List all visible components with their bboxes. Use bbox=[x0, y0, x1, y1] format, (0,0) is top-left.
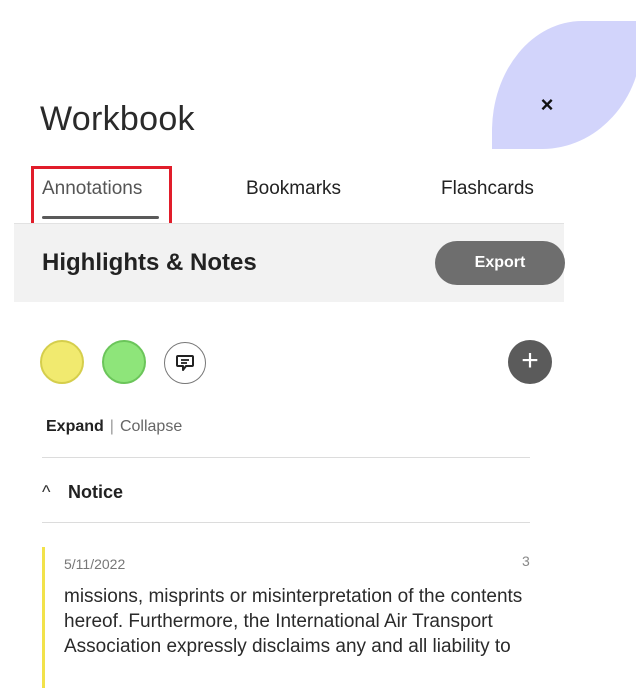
divider bbox=[42, 522, 530, 523]
yellow-highlight-filter[interactable] bbox=[40, 340, 84, 384]
section-title: Highlights & Notes bbox=[42, 249, 257, 276]
close-icon[interactable]: × bbox=[536, 94, 558, 116]
tab-bookmarks[interactable]: Bookmarks bbox=[246, 178, 341, 200]
expand-collapse-controls: Expand | Collapse bbox=[46, 418, 182, 436]
workbook-panel: Workbook × Annotations Bookmarks Flashca… bbox=[14, 0, 565, 688]
notes-filter-button[interactable] bbox=[164, 342, 206, 384]
annotation-page-number: 3 bbox=[522, 553, 530, 569]
group-title: Notice bbox=[68, 482, 124, 502]
collapse-link[interactable]: Collapse bbox=[120, 418, 182, 435]
comment-icon bbox=[176, 355, 194, 371]
chevron-up-icon: ^ bbox=[42, 482, 51, 502]
annotation-text[interactable]: missions, misprints or misinterpretation… bbox=[64, 584, 534, 659]
highlight-color-bar bbox=[42, 547, 45, 688]
divider bbox=[42, 457, 530, 458]
green-highlight-filter[interactable] bbox=[102, 340, 146, 384]
tab-flashcards[interactable]: Flashcards bbox=[441, 178, 534, 200]
expand-link[interactable]: Expand bbox=[46, 418, 104, 435]
separator: | bbox=[109, 418, 114, 435]
group-header-notice[interactable]: ^ Notice bbox=[42, 482, 123, 503]
section-header: Highlights & Notes Export bbox=[14, 223, 565, 302]
export-button[interactable]: Export bbox=[435, 241, 565, 285]
annotation-date: 5/11/2022 bbox=[64, 556, 126, 572]
panel-title: Workbook bbox=[40, 100, 195, 138]
plus-icon[interactable]: + bbox=[508, 340, 552, 384]
